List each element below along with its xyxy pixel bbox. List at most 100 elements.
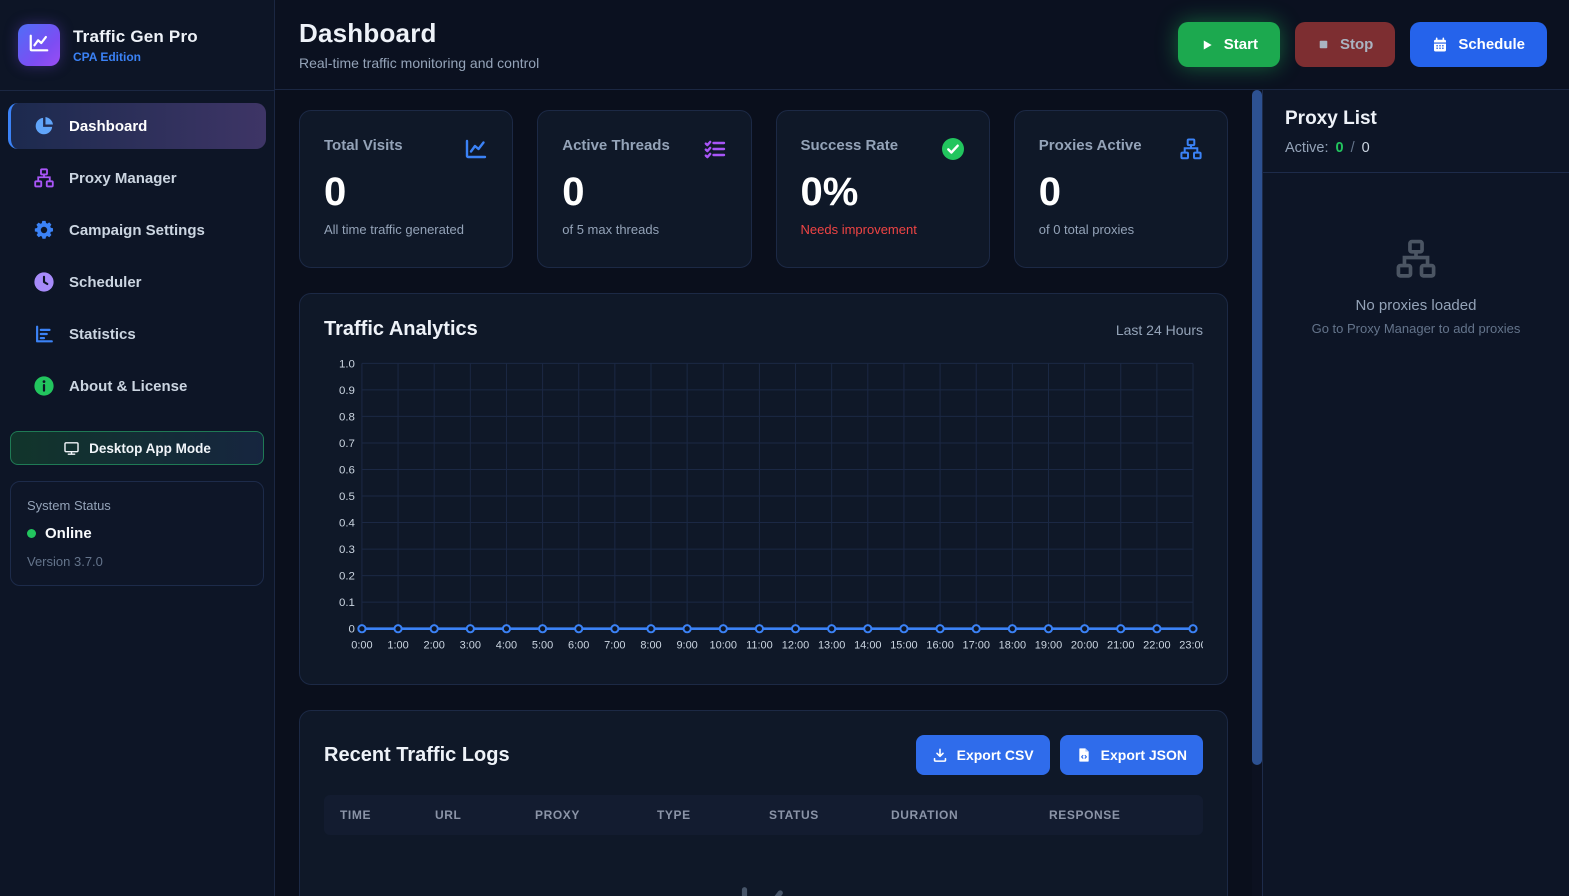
stat-card-total-visits: Total Visits 0 All time traffic generated <box>299 110 514 268</box>
schedule-button[interactable]: Schedule <box>1410 22 1547 67</box>
svg-text:0:00: 0:00 <box>351 640 372 652</box>
stat-card-success-rate: Success Rate 0% Needs improvement <box>775 110 990 268</box>
sidebar-item-campaign-settings[interactable]: Campaign Settings <box>8 207 266 253</box>
export-buttons: Export CSV Export JSON <box>915 735 1203 775</box>
gear-icon <box>33 219 55 241</box>
export-csv-button[interactable]: Export CSV <box>915 735 1050 775</box>
system-status-line: Online <box>27 525 247 542</box>
main-column: Dashboard Real-time traffic monitoring a… <box>275 0 1569 896</box>
stat-card-top: Total Visits <box>324 137 488 161</box>
proxy-total-count: 0 <box>1361 140 1370 156</box>
sidebar-nav: Dashboard Proxy Manager Campaign Settings S… <box>0 91 274 415</box>
sitemap-icon <box>1394 237 1438 281</box>
sidebar-item-statistics[interactable]: Statistics <box>8 311 266 357</box>
stat-card-top: Proxies Active <box>1039 137 1203 161</box>
stat-label: Proxies Active <box>1038 137 1142 154</box>
sitemap-icon <box>1179 137 1203 161</box>
page-header-titles: Dashboard Real-time traffic monitoring a… <box>299 18 539 71</box>
traffic-analytics-chart: 0 0.1 0.2 0.3 0.4 0.5 0.6 0.7 0.8 0.9 1.0 0:00 1:00 2… <box>324 355 1207 660</box>
sidebar-item-label: Campaign Settings <box>69 221 205 239</box>
stop-icon <box>1317 38 1330 51</box>
app-logo-icon <box>18 24 60 66</box>
proxy-empty-subtitle: Go to Proxy Manager to add proxies <box>1311 321 1521 336</box>
content-row: Total Visits 0 All time traffic generated A… <box>275 90 1569 896</box>
traffic-analytics-card: Traffic Analytics Last 24 Hours 0 0.1 0.2 0… <box>299 293 1228 685</box>
stat-card-top: Active Threads <box>562 137 726 161</box>
proxy-list-panel: Proxy List Active: 0 / 0 No proxies load… <box>1262 90 1569 896</box>
sidebar: Traffic Gen Pro CPA Edition Dashboard Pro… <box>0 0 275 896</box>
proxy-active-line: Active: 0 / 0 <box>1285 140 1547 156</box>
svg-text:0.1: 0.1 <box>339 597 355 609</box>
clock-icon <box>33 271 55 293</box>
svg-text:0.8: 0.8 <box>339 411 355 423</box>
svg-text:1:00: 1:00 <box>387 640 408 652</box>
system-status-label: System Status <box>27 498 111 513</box>
svg-text:1.0: 1.0 <box>339 358 355 370</box>
sidebar-item-label: Scheduler <box>69 273 142 291</box>
sitemap-icon <box>33 167 55 189</box>
log-column-duration: DURATION <box>891 808 959 822</box>
proxy-active-label: Active: <box>1285 140 1329 156</box>
start-button[interactable]: Start <box>1177 22 1280 67</box>
calendar-icon <box>1432 37 1448 53</box>
app-edition: CPA Edition <box>73 49 141 64</box>
svg-text:11:00: 11:00 <box>746 640 773 652</box>
svg-text:18:00: 18:00 <box>999 640 1026 652</box>
file-code-icon <box>1076 747 1092 763</box>
sidebar-item-proxy-manager[interactable]: Proxy Manager <box>8 155 266 201</box>
sidebar-item-label: About & License <box>69 377 188 395</box>
pie-chart-icon <box>33 115 55 137</box>
proxy-count-separator: / <box>1350 140 1355 156</box>
stat-value: 0 <box>1038 170 1061 214</box>
chart-line-icon <box>464 137 488 161</box>
analytics-card-head: Traffic Analytics Last 24 Hours <box>324 318 1203 341</box>
svg-text:14:00: 14:00 <box>854 640 881 652</box>
download-icon <box>932 747 948 763</box>
chart-bar-icon <box>33 323 55 345</box>
page-header: Dashboard Real-time traffic monitoring a… <box>275 0 1569 90</box>
svg-text:4:00: 4:00 <box>496 640 517 652</box>
sidebar-item-label: Proxy Manager <box>69 169 177 187</box>
svg-text:5:00: 5:00 <box>532 640 553 652</box>
log-column-type: TYPE <box>657 808 691 822</box>
svg-text:23:00: 23:00 <box>1179 640 1203 652</box>
stat-label: Total Visits <box>324 137 403 154</box>
main-scrollbar[interactable] <box>1252 90 1262 896</box>
proxy-panel-head: Proxy List Active: 0 / 0 <box>1263 90 1569 173</box>
page-title: Dashboard <box>299 18 437 48</box>
stat-card-proxies-active: Proxies Active 0 of 0 total proxies <box>1013 110 1228 268</box>
sidebar-item-label: Statistics <box>69 325 136 343</box>
sidebar-item-dashboard[interactable]: Dashboard <box>8 103 266 149</box>
svg-text:0.2: 0.2 <box>339 571 355 583</box>
export-json-button[interactable]: Export JSON <box>1059 735 1203 775</box>
stat-value: 0 <box>324 170 347 214</box>
brand-text: Traffic Gen Pro CPA Edition <box>73 27 198 64</box>
stop-button[interactable]: Stop <box>1294 22 1396 67</box>
app-window: Traffic Gen Pro CPA Edition Dashboard Pro… <box>0 0 1569 896</box>
sidebar-item-scheduler[interactable]: Scheduler <box>8 259 266 305</box>
header-actions: Start Stop Schedule <box>1177 22 1547 67</box>
main-content: Total Visits 0 All time traffic generated A… <box>275 90 1252 896</box>
svg-text:21:00: 21:00 <box>1107 640 1134 652</box>
stop-button-label: Stop <box>1339 36 1374 53</box>
export-json-label: Export JSON <box>1100 747 1187 763</box>
desktop-app-mode-label: Desktop App Mode <box>89 440 211 456</box>
export-csv-label: Export CSV <box>956 747 1034 763</box>
app-version: Version 3.7.0 <box>27 554 103 569</box>
sidebar-item-about-license[interactable]: About & License <box>8 363 266 409</box>
svg-text:15:00: 15:00 <box>890 640 917 652</box>
desktop-app-mode-button[interactable]: Desktop App Mode <box>10 431 264 465</box>
sidebar-item-label: Dashboard <box>69 117 148 135</box>
play-icon <box>1200 38 1214 52</box>
scrollbar-thumb[interactable] <box>1252 90 1262 765</box>
proxy-empty-title: No proxies loaded <box>1355 297 1477 314</box>
stat-label: Success Rate <box>800 137 899 154</box>
system-status-card: System Status Online Version 3.7.0 <box>10 481 264 586</box>
svg-text:0.7: 0.7 <box>339 438 355 450</box>
log-column-response: RESPONSE <box>1049 808 1121 822</box>
log-column-time: TIME <box>340 808 372 822</box>
log-column-url: URL <box>435 808 462 822</box>
logs-title: Recent Traffic Logs <box>324 743 510 766</box>
svg-text:12:00: 12:00 <box>782 640 809 652</box>
analytics-range-label: Last 24 Hours <box>1115 321 1203 338</box>
